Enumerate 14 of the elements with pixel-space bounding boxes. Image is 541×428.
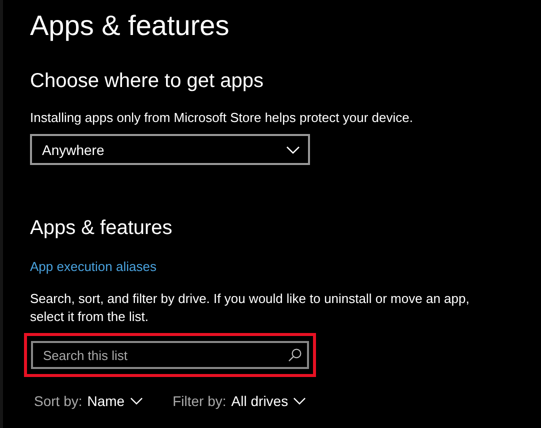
app-execution-aliases-link[interactable]: App execution aliases: [30, 258, 156, 276]
description: Search, sort, and filter by drive. If you would like to uninstall or move an app, select it from the list.: [30, 290, 470, 326]
chevron-icon: [286, 146, 300, 154]
chevron-icon: [293, 397, 306, 405]
search-field[interactable]: Search this list: [31, 341, 309, 369]
page-title: Apps & features: [30, 9, 230, 43]
description: Installing apps only from Microsoft Store helps protect your device.: [30, 109, 414, 127]
section-heading: Apps & features: [30, 216, 174, 241]
source-dropdown[interactable]: Anywhere: [30, 134, 310, 165]
chevron-icon: [130, 397, 143, 405]
search-icon: [288, 348, 302, 362]
sort-dropdown[interactable]: Sort by: Name: [34, 393, 143, 409]
filter-dropdown[interactable]: Filter by: All drives: [172, 393, 306, 409]
section-heading: Choose where to get apps: [30, 69, 264, 94]
